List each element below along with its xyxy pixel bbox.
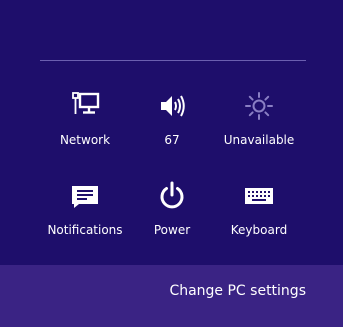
volume-icon: [156, 90, 188, 122]
change-pc-settings-link[interactable]: Change PC settings: [0, 265, 343, 327]
keyboard-tile[interactable]: Keyboard: [216, 180, 302, 240]
volume-label: 67: [164, 133, 180, 147]
network-icon: [69, 90, 101, 122]
notifications-label: Notifications: [47, 223, 123, 237]
volume-tile[interactable]: 67: [129, 90, 215, 150]
divider: [40, 60, 306, 61]
brightness-tile[interactable]: Unavailable: [216, 90, 302, 150]
notifications-tile[interactable]: Notifications: [42, 180, 128, 240]
power-tile[interactable]: Power: [129, 180, 215, 240]
change-pc-settings-label: Change PC settings: [169, 283, 306, 299]
brightness-icon: [243, 90, 275, 122]
power-icon: [156, 180, 188, 212]
network-tile[interactable]: Network: [42, 90, 128, 150]
network-label: Network: [59, 133, 111, 147]
notifications-icon: [69, 180, 101, 212]
keyboard-icon: [243, 180, 275, 212]
power-label: Power: [153, 223, 191, 237]
keyboard-label: Keyboard: [230, 223, 288, 237]
brightness-label: Unavailable: [223, 133, 295, 147]
